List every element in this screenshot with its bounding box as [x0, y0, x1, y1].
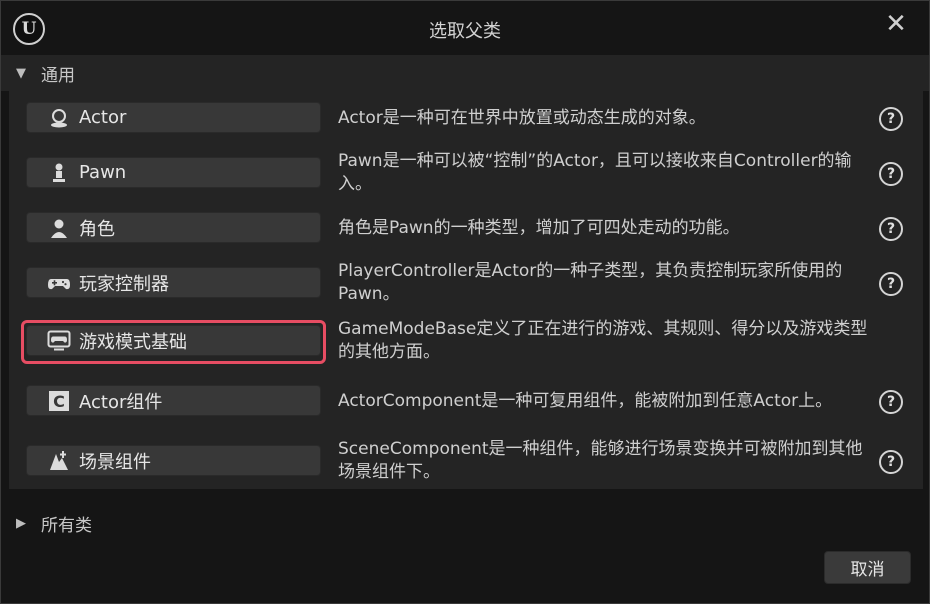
class-button-label: Actor — [79, 107, 127, 128]
class-description: Pawn是一种可以被“控制”的Actor，且可以接收来自Controller的输… — [338, 151, 852, 194]
class-button-actor-component[interactable]: C Actor组件 — [26, 385, 321, 416]
help-icon[interactable]: ? — [879, 450, 903, 474]
svg-text:C: C — [53, 392, 65, 411]
game-mode-icon — [45, 330, 73, 352]
help-icon[interactable]: ? — [879, 390, 903, 414]
class-button-label: 游戏模式基础 — [79, 331, 187, 353]
class-button-character[interactable]: 角色 — [26, 212, 321, 243]
class-row-pawn: Pawn Pawn是一种可以被“控制”的Actor，且可以接收来自Control… — [9, 149, 923, 207]
help-icon[interactable]: ? — [879, 272, 903, 296]
class-description: PlayerController是Actor的一种子类型，其负责控制玩家所使用的… — [338, 261, 843, 304]
class-button-pawn[interactable]: Pawn — [26, 157, 321, 188]
class-row-scene-component: 场景组件 SceneComponent是一种组件，能够进行场景变换并可被附加到其… — [9, 437, 923, 495]
class-button-actor[interactable]: Actor — [26, 102, 321, 133]
section-all-classes-header[interactable]: ▶ 所有类 — [1, 505, 929, 541]
class-button-label: 场景组件 — [79, 451, 151, 473]
actor-sphere-icon — [45, 107, 73, 129]
help-icon[interactable]: ? — [879, 217, 903, 241]
class-button-player-controller[interactable]: 玩家控制器 — [26, 267, 321, 298]
character-icon — [45, 217, 73, 239]
dialog-title: 选取父类 — [429, 21, 501, 42]
scene-component-icon — [45, 450, 73, 472]
section-common-header[interactable]: ▼ 通用 — [1, 55, 929, 91]
class-row-game-mode-base: 游戏模式基础 GameModeBase定义了正在进行的游戏、其规则、得分以及游戏… — [9, 317, 923, 375]
common-class-list: Actor Actor是一种可在世界中放置或动态生成的对象。 ? Pawn Pa… — [9, 91, 923, 489]
title-bar: U 选取父类 ✕ — [1, 1, 929, 53]
class-description: GameModeBase定义了正在进行的游戏、其规则、得分以及游戏类型的其他方面… — [338, 319, 868, 362]
class-description: 角色是Pawn的一种类型，增加了可四处走动的功能。 — [338, 217, 740, 238]
gamepad-icon — [45, 273, 73, 293]
cancel-button[interactable]: 取消 — [824, 551, 911, 584]
class-button-game-mode-base[interactable]: 游戏模式基础 — [26, 325, 321, 356]
pick-parent-class-dialog: U 选取父类 ✕ ▼ 通用 Actor Actor是一种可在世界中放置或动态生成… — [0, 0, 930, 604]
class-button-label: Pawn — [79, 162, 127, 183]
help-icon[interactable]: ? — [879, 162, 903, 186]
component-icon: C — [45, 390, 73, 412]
section-all-classes-label: 所有类 — [41, 515, 92, 536]
class-button-label: 玩家控制器 — [79, 273, 169, 295]
class-button-label: 角色 — [79, 218, 115, 240]
class-button-scene-component[interactable]: 场景组件 — [26, 445, 321, 476]
class-row-character: 角色 角色是Pawn的一种类型，增加了可四处走动的功能。 ? — [9, 204, 923, 262]
section-common-label: 通用 — [41, 65, 75, 86]
help-icon[interactable]: ? — [879, 107, 903, 131]
class-row-actor-component: C Actor组件 ActorComponent是一种可复用组件，能被附加到任意… — [9, 377, 923, 435]
class-button-label: Actor组件 — [79, 391, 163, 413]
class-description: Actor是一种可在世界中放置或动态生成的对象。 — [338, 107, 706, 128]
collapsed-triangle-icon: ▶ — [16, 515, 26, 531]
close-button[interactable]: ✕ — [881, 9, 911, 39]
class-row-player-controller: 玩家控制器 PlayerController是Actor的一种子类型，其负责控制… — [9, 259, 923, 317]
pawn-icon — [45, 162, 73, 184]
class-row-actor: Actor Actor是一种可在世界中放置或动态生成的对象。 ? — [9, 94, 923, 152]
class-description: SceneComponent是一种组件，能够进行场景变换并可被附加到其他场景组件… — [338, 439, 863, 482]
class-description: ActorComponent是一种可复用组件，能被附加到任意Actor上。 — [338, 390, 833, 411]
expanded-triangle-icon: ▼ — [16, 65, 26, 81]
